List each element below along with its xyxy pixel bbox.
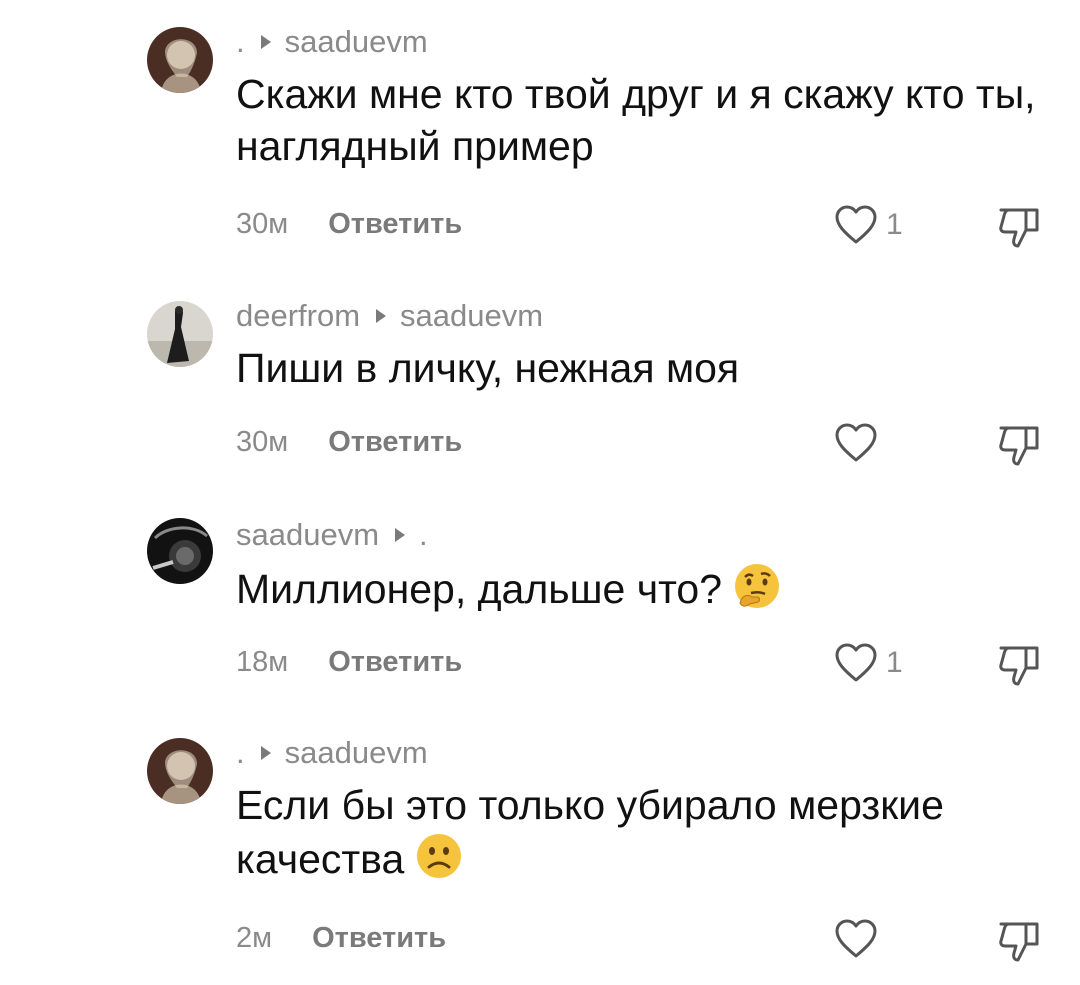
comment-meta: 2м Ответить (236, 918, 446, 958)
reply-to-name[interactable]: saaduevm (285, 735, 428, 771)
author-name[interactable]: . (236, 24, 245, 60)
comment-text-content: Если бы это только убирало мерзкие качес… (236, 782, 944, 882)
timestamp: 30м (236, 425, 289, 458)
reply-to-name[interactable]: . (419, 517, 428, 553)
reply-arrow-icon (260, 35, 271, 49)
reply-button[interactable]: Ответить (328, 208, 462, 241)
thumbs-down-icon (999, 426, 1039, 466)
reply-to-name[interactable]: saaduevm (285, 24, 428, 60)
heart-icon (835, 205, 877, 244)
comment-text-content: Скажи мне кто твой друг и я скажу кто ты… (236, 71, 1036, 169)
reply-arrow-icon (395, 528, 406, 542)
thumbs-down-icon (999, 922, 1039, 962)
avatar[interactable] (147, 518, 213, 584)
like-button[interactable]: 1 (834, 202, 903, 248)
timestamp: 2м (236, 921, 273, 954)
thumbs-down-icon (999, 646, 1039, 686)
dislike-button[interactable] (996, 422, 1042, 468)
heart-icon (835, 919, 877, 958)
comment-meta: 30м Ответить (236, 422, 462, 462)
avatar[interactable] (147, 301, 213, 367)
avatar[interactable] (147, 738, 213, 804)
author-name[interactable]: deerfrom (236, 298, 360, 334)
like-button[interactable] (834, 420, 886, 466)
comment-text: Если бы это только убирало мерзкие качес… (236, 779, 1056, 885)
author-name[interactable]: . (236, 735, 245, 771)
thumbs-down-icon (999, 208, 1039, 248)
reply-arrow-icon (376, 309, 387, 323)
reply-button[interactable]: Ответить (328, 646, 462, 679)
comment-meta: 18м Ответить (236, 642, 462, 682)
dislike-button[interactable] (996, 642, 1042, 688)
heart-icon (835, 423, 877, 462)
like-button[interactable] (834, 916, 886, 962)
comment-header: . saaduevm (236, 22, 428, 62)
comment-text: Пиши в личку, нежная моя (236, 342, 1056, 394)
heart-icon (835, 643, 877, 682)
dislike-button[interactable] (996, 204, 1042, 250)
comment-text: Скажи мне кто твой друг и я скажу кто ты… (236, 68, 1056, 172)
comment-meta: 30м Ответить (236, 204, 462, 244)
reply-arrow-icon (260, 746, 271, 760)
frowning-face-icon (417, 834, 462, 878)
comment-text-content: Миллионер, дальше что? (236, 566, 723, 612)
comment-text-content: Пиши в личку, нежная моя (236, 345, 740, 391)
reply-button[interactable]: Ответить (312, 922, 446, 955)
reply-button[interactable]: Ответить (328, 426, 462, 459)
like-button[interactable]: 1 (834, 640, 903, 686)
comment-header: . saaduevm (236, 733, 428, 773)
comment-header: deerfrom saaduevm (236, 296, 543, 336)
comment-text: Миллионер, дальше что? (236, 561, 1056, 615)
like-count: 1 (886, 208, 903, 241)
like-count: 1 (886, 646, 903, 679)
dislike-button[interactable] (996, 918, 1042, 964)
reply-to-name[interactable]: saaduevm (400, 298, 543, 334)
timestamp: 30м (236, 207, 289, 240)
avatar[interactable] (147, 27, 213, 93)
author-name[interactable]: saaduevm (236, 517, 379, 553)
timestamp: 18м (236, 645, 289, 678)
thinking-face-icon (735, 564, 780, 608)
comment-header: saaduevm . (236, 515, 428, 555)
